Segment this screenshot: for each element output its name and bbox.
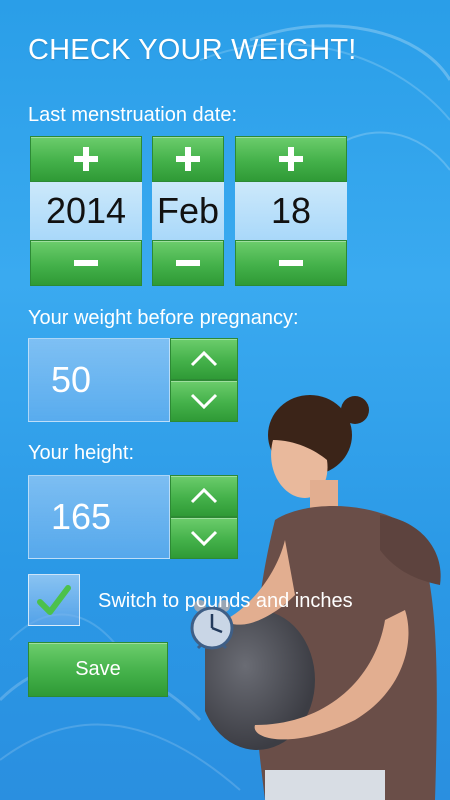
year-value: 2014: [30, 182, 142, 240]
month-increment-button[interactable]: [152, 136, 224, 182]
weight-increase-button[interactable]: [170, 338, 238, 380]
weight-input[interactable]: 50: [28, 338, 170, 422]
units-checkbox-label[interactable]: Switch to pounds and inches: [98, 590, 353, 613]
minus-icon: [176, 260, 200, 266]
day-increment-button[interactable]: [235, 136, 347, 182]
plus-icon: [279, 147, 303, 171]
month-decrement-button[interactable]: [152, 240, 224, 286]
lmp-label: Last menstruation date:: [28, 104, 238, 126]
height-input[interactable]: 165: [28, 475, 170, 559]
day-decrement-button[interactable]: [235, 240, 347, 286]
plus-icon: [176, 147, 200, 171]
height-label: Your height:: [28, 442, 135, 464]
weight-label: Your weight before pregnancy:: [28, 307, 299, 329]
year-decrement-button[interactable]: [30, 240, 142, 286]
plus-icon: [74, 147, 98, 171]
month-value: Feb: [152, 182, 224, 240]
year-increment-button[interactable]: [30, 136, 142, 182]
page-title: CHECK YOUR WEIGHT!: [28, 34, 357, 66]
checkmark-icon: [37, 585, 71, 615]
units-checkbox[interactable]: [28, 574, 80, 626]
day-value: 18: [235, 182, 347, 240]
minus-icon: [279, 260, 303, 266]
save-button[interactable]: Save: [28, 642, 168, 697]
minus-icon: [74, 260, 98, 266]
chevron-up-icon: [190, 350, 218, 367]
